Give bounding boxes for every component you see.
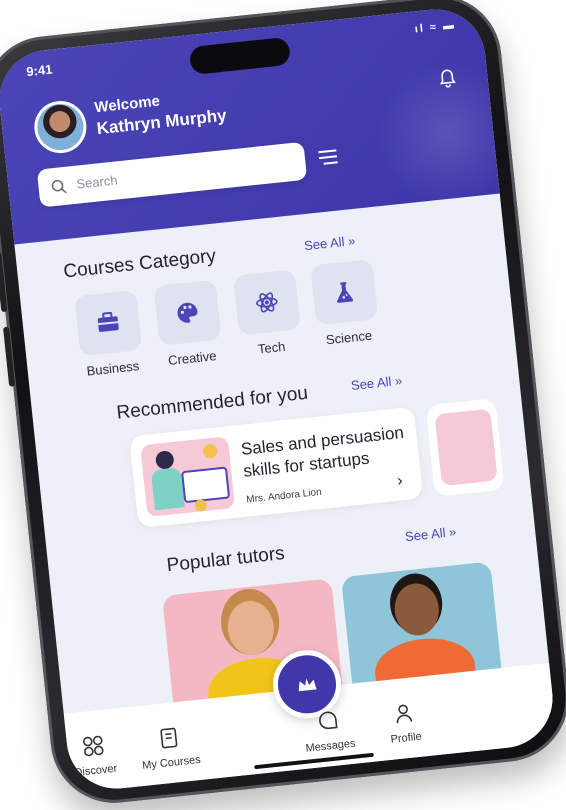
atom-icon — [256, 292, 278, 313]
book-icon — [160, 727, 178, 749]
category-label: Business — [85, 358, 140, 379]
search-placeholder: Search — [75, 172, 119, 192]
category-tile — [74, 290, 143, 357]
user-icon — [396, 704, 413, 724]
category-label: Science — [325, 327, 373, 348]
flask-icon — [337, 282, 354, 303]
tutors-see-all-link[interactable]: See All » — [404, 524, 457, 544]
popular-tutors-title: Popular tutors — [165, 543, 286, 577]
nav-messages[interactable]: Messages — [287, 706, 371, 756]
category-tech[interactable]: Tech — [231, 269, 305, 358]
courses-see-all-link[interactable]: See All » — [303, 233, 356, 253]
bell-icon[interactable] — [436, 67, 458, 89]
category-science[interactable]: Science — [308, 259, 382, 348]
courses-category-title: Courses Category — [62, 245, 217, 283]
grid-icon — [82, 735, 104, 757]
chevron-right-icon[interactable]: › — [396, 472, 403, 490]
course-author: Mrs. Andora Lion — [245, 486, 323, 506]
course-title: Sales and persuasion skills for startups — [240, 422, 405, 481]
category-label: Tech — [257, 338, 287, 357]
course-card[interactable]: Sales and persuasion skills for startups… — [129, 406, 424, 529]
nav-label: My Courses — [141, 753, 202, 772]
category-tile — [310, 259, 379, 326]
phone-device: 9:41 ıl ≈ ▬ Welcome Kathryn Murphy Searc… — [0, 0, 566, 810]
crown-icon — [298, 678, 317, 692]
palette-icon — [177, 302, 198, 323]
nav-label: Profile — [390, 730, 423, 746]
category-creative[interactable]: Creative — [152, 279, 226, 368]
category-tile — [153, 279, 222, 346]
nav-my-courses[interactable]: My Courses — [128, 723, 212, 773]
chat-icon — [319, 711, 338, 730]
recommended-see-all-link[interactable]: See All » — [350, 373, 403, 393]
nav-label: Messages — [305, 737, 357, 755]
nav-label: Discover — [73, 762, 118, 780]
course-card-next[interactable] — [425, 398, 505, 497]
nav-profile[interactable]: Profile — [363, 698, 447, 748]
recommended-title: Recommended for you — [115, 382, 309, 424]
search-input[interactable]: Search — [36, 141, 308, 208]
avatar[interactable] — [31, 98, 89, 156]
course-illustration — [140, 436, 236, 518]
dynamic-island — [188, 36, 292, 76]
search-icon — [51, 179, 67, 194]
filter-icon[interactable] — [316, 146, 340, 168]
status-icons: ıl ≈ ▬ — [414, 19, 457, 36]
category-tile — [232, 269, 301, 336]
status-time: 9:41 — [25, 61, 54, 80]
briefcase-icon — [97, 311, 119, 332]
category-business[interactable]: Business — [72, 290, 146, 379]
category-label: Creative — [167, 348, 218, 369]
app-screen: 9:41 ıl ≈ ▬ Welcome Kathryn Murphy Searc… — [0, 4, 558, 794]
